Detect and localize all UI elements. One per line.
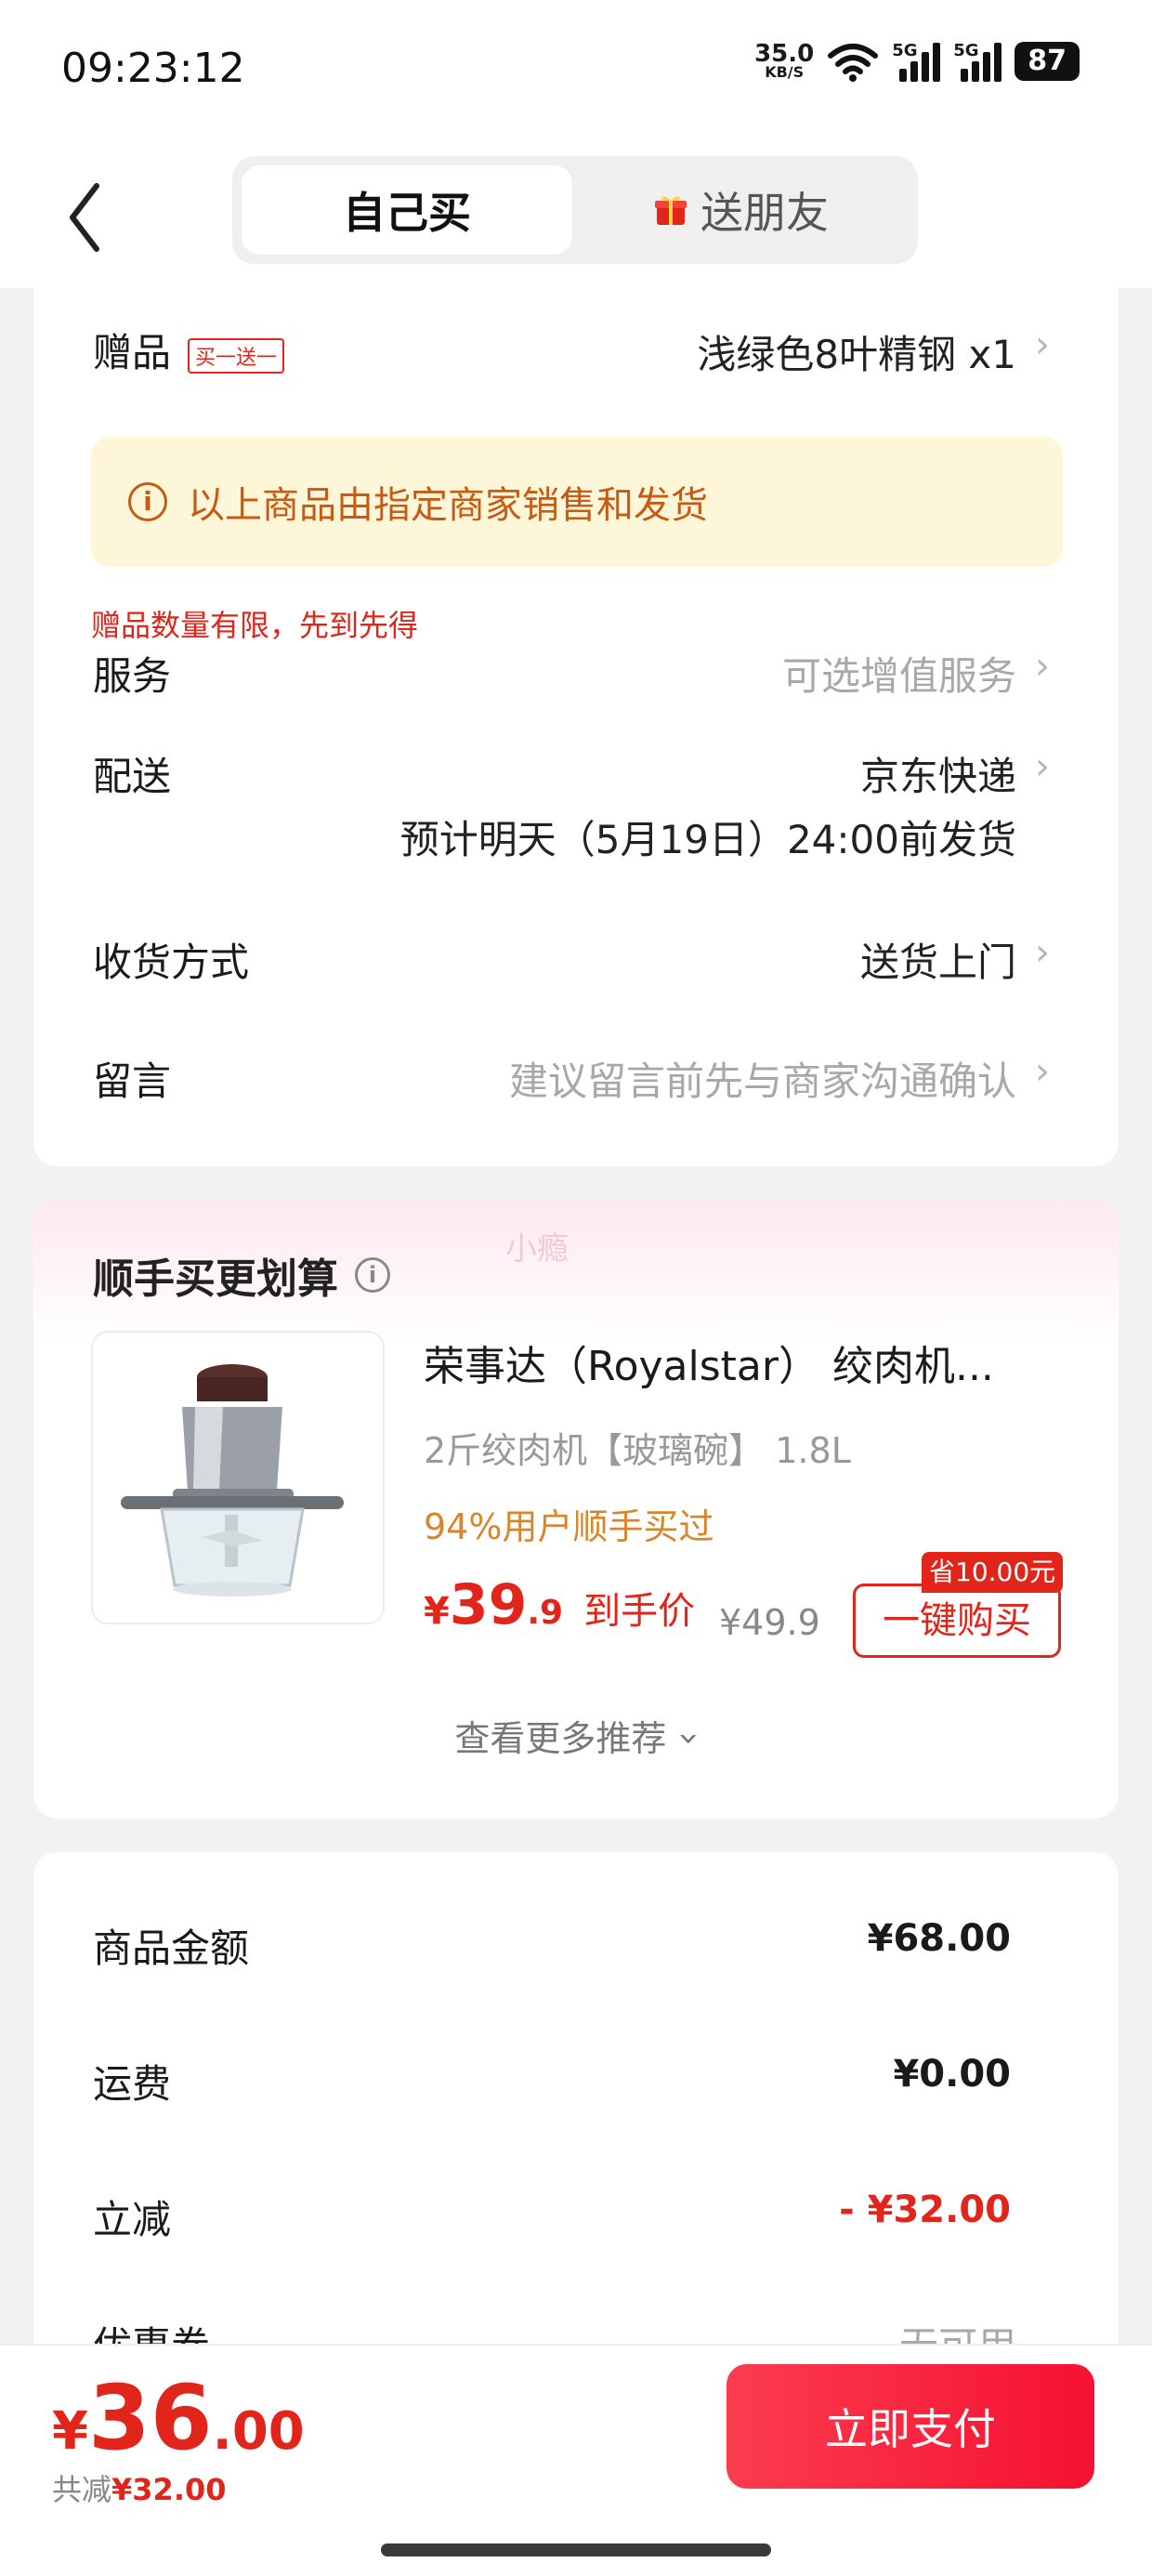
product-spec: 2斤绞肉机【玻璃碗】 1.8L [424, 1430, 851, 1471]
delivery-label: 配送 [93, 754, 172, 799]
bottom-pay-bar: ¥36.00 共减¥32.00 立即支付 [0, 2344, 1152, 2576]
instant-discount-value: - ¥32.00 [839, 2188, 1011, 2231]
status-bar: 09:23:12 35.0 KB/S 5G 5G 87 [0, 0, 1152, 139]
purchase-mode-switch: 自己买 送朋友 [232, 156, 918, 264]
product-image[interactable] [91, 1331, 385, 1624]
goods-amount-label: 商品金额 [93, 1925, 250, 1971]
recommend-card: 小瘾 顺手买更划算 i 荣事达（Royalstar） 绞肉机... 2斤绞肉机【… [33, 1201, 1119, 1819]
instant-discount-label: 立减 [93, 2197, 172, 2242]
service-label: 服务 [93, 653, 172, 699]
pay-now-button[interactable]: 立即支付 [727, 2364, 1094, 2489]
total-saved: 共减¥32.00 [52, 2472, 227, 2507]
service-value[interactable]: 可选增值服务 [782, 645, 1016, 702]
checkout-page: 09:23:12 35.0 KB/S 5G 5G 87 自己买 送朋友 赠品 买… [0, 0, 1152, 2576]
signal-icon: 5G [892, 41, 941, 82]
tab-buy-for-self[interactable]: 自己买 [242, 165, 572, 255]
chevron-right-icon: › [1035, 1050, 1050, 1093]
info-icon[interactable]: i [355, 1257, 390, 1293]
chevron-down-icon: › [670, 1731, 712, 1746]
watermark-text: 小瘾 [505, 1230, 569, 1268]
net-speed: 35.0 KB/S [754, 40, 815, 81]
recommend-title: 顺手买更划算 i [93, 1245, 390, 1305]
shipping-value: ¥0.00 [893, 2053, 1011, 2096]
shipping-label: 运费 [93, 2061, 172, 2107]
see-more-recommendations[interactable]: 查看更多推荐 › [33, 1710, 1119, 1761]
info-icon: i [128, 482, 167, 521]
merchant-notice: i 以上商品由指定商家销售和发货 [91, 437, 1063, 567]
clock: 09:23:12 [61, 45, 245, 92]
delivery-estimate: 预计明天（5月19日）24:00前发货 [399, 817, 1016, 862]
tab-send-to-friend[interactable]: 送朋友 [576, 165, 907, 255]
meat-grinder-image [121, 1364, 344, 1597]
home-indicator[interactable] [381, 2543, 771, 2556]
gift-row: 赠品 买一送一 [93, 322, 285, 378]
savings-tag: 省10.00元 [922, 1552, 1064, 1593]
receive-method-label: 收货方式 [93, 940, 250, 985]
order-info-card: 赠品 买一送一 浅绿色8叶精钢 x1 › i 以上商品由指定商家销售和发货 赠品数… [33, 269, 1119, 1166]
product-popularity: 94%用户顺手买过 [424, 1506, 714, 1547]
chevron-right-icon: › [1035, 931, 1050, 974]
top-nav: 自己买 送朋友 [0, 139, 1152, 288]
back-arrow-icon[interactable] [63, 180, 110, 255]
battery-icon: 87 [1015, 42, 1080, 81]
chevron-right-icon: › [1035, 323, 1050, 366]
receive-method-value[interactable]: 送货上门 [860, 931, 1016, 988]
chevron-right-icon: › [1035, 645, 1050, 688]
total-price: ¥36.00 [52, 2366, 305, 2470]
delivery-value[interactable]: 京东快递 [860, 745, 1016, 802]
message-field[interactable]: 建议留言前先与商家沟通确认 [509, 1050, 1016, 1107]
message-label: 留言 [93, 1058, 172, 1104]
product-title[interactable]: 荣事达（Royalstar） 绞肉机... [424, 1333, 994, 1392]
gift-value[interactable]: 浅绿色8叶精钢 x1 [697, 323, 1016, 380]
chevron-right-icon: › [1035, 745, 1050, 788]
gift-limit-warning: 赠品数量有限，先到先得 [91, 608, 419, 643]
wifi-icon [828, 44, 879, 82]
original-price: ¥49.9 [719, 1602, 820, 1643]
buy-one-get-one-badge: 买一送一 [188, 337, 285, 374]
one-click-buy-button[interactable]: 一键购买 [853, 1584, 1061, 1658]
goods-amount-value: ¥68.00 [867, 1917, 1011, 1960]
status-icons: 35.0 KB/S 5G 5G 87 [754, 41, 1080, 82]
signal-icon: 5G [953, 41, 1002, 82]
gift-icon [655, 196, 687, 225]
product-price: ¥39.9 到手价 [424, 1572, 696, 1637]
